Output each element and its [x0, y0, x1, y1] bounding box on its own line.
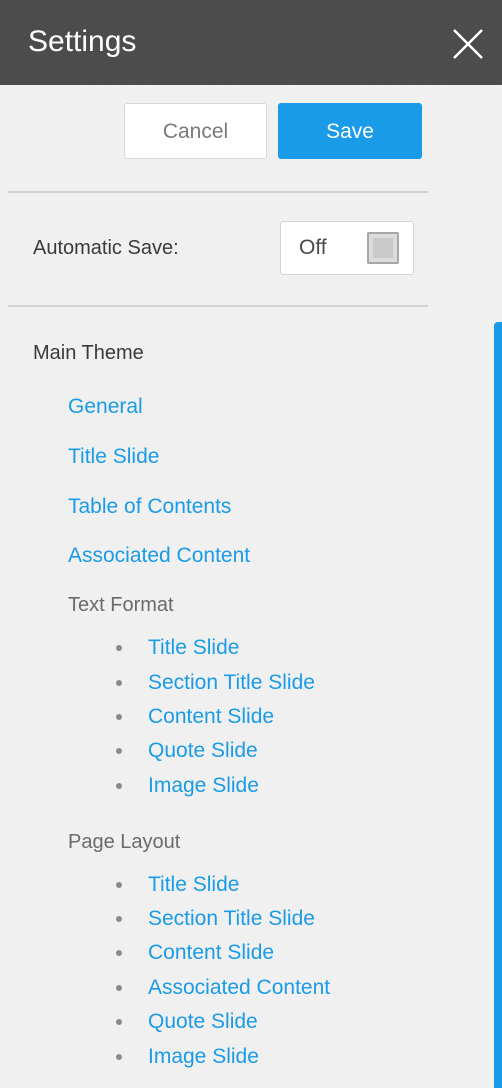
page-layout-content-slide[interactable]: Content Slide [148, 938, 274, 968]
bullet [116, 714, 122, 720]
toggle-knob [367, 232, 399, 264]
link-table-of-contents[interactable]: Table of Contents [68, 492, 231, 522]
text-format-section-title-slide[interactable]: Section Title Slide [148, 668, 315, 698]
toggle-state-label: Off [299, 236, 327, 259]
link-title-slide[interactable]: Title Slide [68, 442, 159, 472]
divider-top [8, 191, 428, 193]
bullet [116, 783, 122, 789]
page-layout-image-slide[interactable]: Image Slide [148, 1042, 259, 1072]
text-format-image-slide[interactable]: Image Slide [148, 771, 259, 801]
bullet [116, 1054, 122, 1060]
bullet [116, 916, 122, 922]
scrollbar[interactable] [494, 322, 502, 1088]
cancel-button[interactable]: Cancel [124, 103, 267, 159]
bullet [116, 1019, 122, 1025]
link-associated-content[interactable]: Associated Content [68, 541, 250, 571]
save-button[interactable]: Save [278, 103, 422, 159]
settings-title: Settings [28, 25, 137, 58]
settings-header: Settings [0, 0, 502, 85]
close-icon [453, 29, 483, 59]
text-format-quote-slide[interactable]: Quote Slide [148, 736, 258, 766]
text-format-content-slide[interactable]: Content Slide [148, 702, 274, 732]
link-general[interactable]: General [68, 392, 143, 422]
text-format-label: Text Format [68, 594, 174, 616]
bullet [116, 985, 122, 991]
bullet [116, 748, 122, 754]
page-layout-quote-slide[interactable]: Quote Slide [148, 1007, 258, 1037]
automatic-save-label: Automatic Save: [33, 237, 179, 259]
close-button[interactable] [446, 22, 490, 66]
bullet [116, 645, 122, 651]
text-format-title-slide[interactable]: Title Slide [148, 633, 239, 663]
page-layout-associated-content[interactable]: Associated Content [148, 973, 330, 1003]
page-layout-label: Page Layout [68, 831, 181, 853]
page-layout-title-slide[interactable]: Title Slide [148, 870, 239, 900]
page-layout-section-title-slide[interactable]: Section Title Slide [148, 904, 315, 934]
divider-bottom [8, 305, 428, 307]
main-theme-heading: Main Theme [33, 342, 144, 364]
bullet [116, 680, 122, 686]
automatic-save-toggle[interactable]: Off [280, 221, 414, 275]
bullet [116, 882, 122, 888]
bullet [116, 950, 122, 956]
